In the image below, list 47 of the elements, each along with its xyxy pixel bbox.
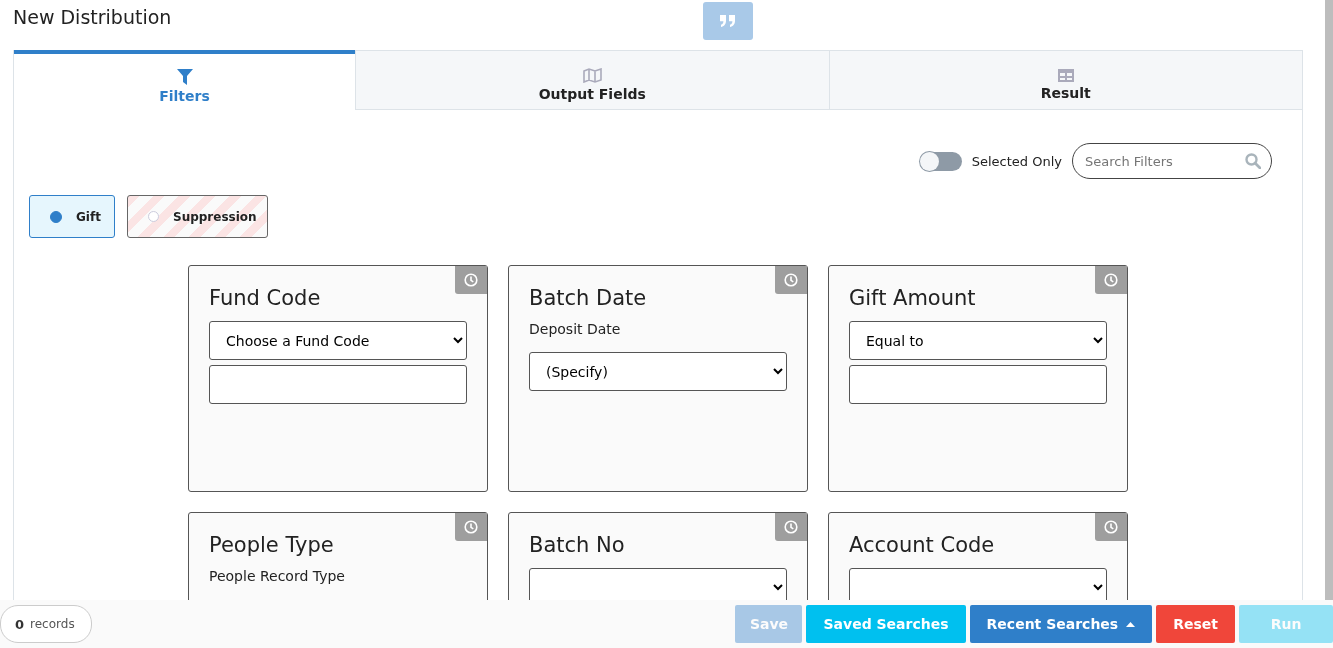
dropdown[interactable]: Choose a Fund Code [209, 321, 467, 360]
tab[interactable]: Result [828, 50, 1302, 110]
card-title: Gift Amount [849, 286, 977, 310]
record-type-option[interactable]: Suppression [127, 195, 268, 238]
dropdown[interactable] [529, 568, 787, 600]
record-count: 0 records [0, 605, 92, 643]
field-label: Deposit Date [529, 321, 622, 337]
history-button[interactable] [455, 513, 487, 541]
clock-icon [1104, 273, 1118, 287]
dropdown[interactable]: (Specify) [529, 352, 787, 391]
search-field[interactable]: Search Filters [1072, 143, 1272, 179]
card-title: Batch No [529, 533, 626, 557]
tab[interactable]: Output Fields [355, 50, 829, 110]
table-icon [1057, 69, 1074, 82]
clock-icon [1104, 520, 1118, 534]
footer-button[interactable]: Recent Searches [969, 605, 1153, 643]
history-button[interactable] [1095, 513, 1127, 541]
history-button[interactable] [455, 266, 487, 294]
card-title: Account Code [849, 533, 996, 557]
clock-icon [464, 520, 478, 534]
input-field[interactable] [849, 365, 1107, 404]
clock-icon [784, 520, 798, 534]
input-field[interactable] [209, 365, 467, 404]
search-icon [1245, 153, 1261, 169]
card-title: People Type [209, 533, 335, 557]
footer-button[interactable]: Reset [1156, 605, 1235, 643]
clock-icon [464, 273, 478, 287]
dropdown[interactable] [849, 568, 1107, 600]
clock-icon [784, 273, 798, 287]
record-type-option[interactable]: Gift [29, 195, 115, 238]
toggle-switch[interactable] [919, 151, 962, 171]
history-button[interactable] [775, 513, 807, 541]
field-label: People Record Type [209, 568, 346, 584]
card-title: Fund Code [209, 286, 322, 310]
dropdown[interactable]: Equal to [849, 321, 1107, 360]
page-title: New Distribution [13, 6, 172, 28]
map-icon [582, 68, 602, 83]
filter-icon [176, 69, 193, 85]
caret-icon [1126, 621, 1136, 627]
quote-button[interactable] [703, 2, 753, 40]
history-button[interactable] [775, 266, 807, 294]
card-title: Batch Date [529, 286, 648, 310]
toggle-label: Selected Only [971, 153, 1062, 169]
scrollbar[interactable] [1325, 0, 1333, 600]
selected-only-toggle[interactable]: Selected Only [919, 151, 1062, 171]
quote-icon [720, 15, 736, 27]
history-button[interactable] [1095, 266, 1127, 294]
